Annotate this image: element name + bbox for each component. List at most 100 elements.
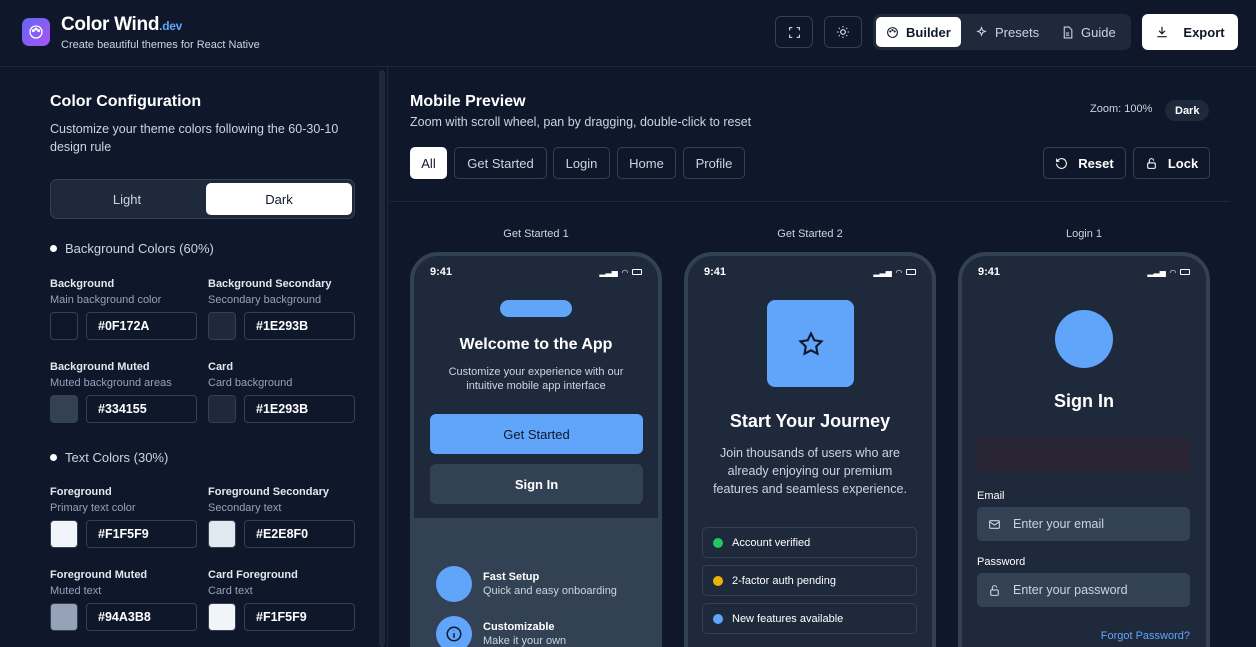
fullscreen-icon [788,26,800,38]
color-swatch[interactable] [50,312,78,340]
bullet-icon [50,245,57,252]
battery-icon [632,269,642,275]
mode-dark-button[interactable]: Dark [206,183,352,215]
forgot-password-link[interactable]: Forgot Password? [1101,630,1190,642]
field-card: Card Card background #1E293B [208,361,358,423]
wifi-icon: ◠ [1169,267,1176,277]
field-foreground-muted: Foreground Muted Muted text #94A3B8 [50,569,200,631]
nav-builder-label: Builder [906,24,951,40]
email-input[interactable]: Enter your email [977,507,1190,541]
main-nav: Builder Presets Guide [873,14,1131,50]
phone-get-started-1: 9:41 ▂▃▅ ◠ Welcome to the App Customize y… [410,252,662,647]
color-swatch[interactable] [208,520,236,548]
config-scrollbar[interactable] [379,70,385,647]
mode-toggle: Light Dark [50,179,355,219]
battery-icon [1180,269,1190,275]
phone-login-1: 9:41 ▂▃▅ ◠ Sign In Email Enter your email… [958,252,1210,647]
status-row-2fa: 2-factor auth pending [702,565,917,596]
field-foreground-secondary: Foreground Secondary Secondary text #E2E… [208,486,358,548]
field-background: Background Main background color #0F172A [50,278,200,340]
zoom-level: Zoom: 100% [1090,103,1153,115]
status-dot-icon [713,613,723,624]
field-background-secondary: Background Secondary Secondary backgroun… [208,278,358,340]
hex-input[interactable]: #1E293B [244,312,355,340]
info-icon [446,626,462,642]
reset-icon [1056,157,1068,169]
phone-heading: Sign In [1054,391,1114,411]
status-bar: 9:41 ▂▃▅ ◠ [978,266,1190,278]
avatar [1055,310,1113,368]
hex-input[interactable]: #94A3B8 [86,603,197,631]
status-bar: 9:41 ▂▃▅ ◠ [704,266,916,278]
phone-heading: Start Your Journey [729,411,891,431]
color-swatch[interactable] [208,603,236,631]
phone-text: Customize your experience with our intui… [448,366,624,392]
mode-light-button[interactable]: Light [54,183,200,215]
color-swatch[interactable] [208,312,236,340]
password-input[interactable]: Enter your password [977,573,1190,607]
export-button[interactable]: Export [1142,14,1238,50]
export-label: Export [1183,24,1225,40]
section-text-title: Text Colors (30%) [50,450,168,465]
phone-heading: Welcome to the App [459,336,613,353]
preview-panel: Mobile Preview Zoom with scroll wheel, p… [389,67,1256,647]
fullscreen-button[interactable] [775,16,813,48]
bullet-icon [50,454,57,461]
app-title: Color Wind.dev [61,14,182,35]
signal-icon: ▂▃▅ [1147,267,1166,277]
filter-home[interactable]: Home [617,147,676,179]
error-banner [977,436,1190,473]
signal-icon: ▂▃▅ [599,267,618,277]
download-icon [1157,26,1168,38]
color-swatch[interactable] [50,603,78,631]
hex-input[interactable]: #E2E8F0 [244,520,355,548]
wifi-icon: ◠ [621,267,628,277]
phone-get-started-2: 9:41 ▂▃▅ ◠ Start Your Journey Join thousa… [684,252,936,647]
status-row-verified: Account verified [702,527,917,558]
app-title-suffix: .dev [159,19,182,33]
phone-label-get-started-1: Get Started 1 [503,228,569,240]
reset-button[interactable]: Reset [1043,147,1126,179]
status-dot-icon [713,575,723,586]
hex-input[interactable]: #F1F5F9 [244,603,355,631]
theme-toggle-button[interactable] [824,16,862,48]
hex-input[interactable]: #F1F5F9 [86,520,197,548]
nav-guide[interactable]: Guide [1051,17,1126,47]
signal-icon: ▂▃▅ [873,267,892,277]
get-started-button[interactable]: Get Started [430,414,643,454]
phone-label-get-started-2: Get Started 2 [777,228,843,240]
app-subtitle: Create beautiful themes for React Native [61,39,260,51]
mail-icon [989,519,1000,529]
logo-palette-icon [22,18,50,46]
lock-button[interactable]: Lock [1133,147,1210,179]
hex-input[interactable]: #0F172A [86,312,197,340]
wifi-icon: ◠ [895,267,902,277]
nav-presets-label: Presets [995,24,1040,40]
color-swatch[interactable] [50,520,78,548]
preview-divider [389,201,1230,202]
nav-builder[interactable]: Builder [876,17,961,47]
field-card-foreground: Card Foreground Card text #F1F5F9 [208,569,358,631]
password-label: Password [977,556,1026,568]
color-swatch[interactable] [50,395,78,423]
blank-circle-icon [436,566,472,602]
filter-login[interactable]: Login [553,147,610,179]
hex-input[interactable]: #334155 [86,395,197,423]
color-swatch[interactable] [208,395,236,423]
nav-guide-label: Guide [1081,24,1116,40]
hex-input[interactable]: #1E293B [244,395,355,423]
email-label: Email [977,490,1005,502]
field-foreground: Foreground Primary text color #F1F5F9 [50,486,200,548]
filter-profile[interactable]: Profile [683,147,745,179]
nav-presets[interactable]: Presets [965,17,1049,47]
phone-label-login-1: Login 1 [1065,228,1103,240]
sign-in-button[interactable]: Sign In [430,464,643,504]
sun-icon [837,26,849,38]
lock-icon [1146,157,1156,169]
hero-star-box [767,300,854,387]
feature-customizable: Customizable Make it your own [436,616,566,647]
filter-all[interactable]: All [410,147,447,179]
field-background-muted: Background Muted Muted background areas … [50,361,200,423]
lock-icon [990,584,999,596]
filter-get-started[interactable]: Get Started [454,147,547,179]
